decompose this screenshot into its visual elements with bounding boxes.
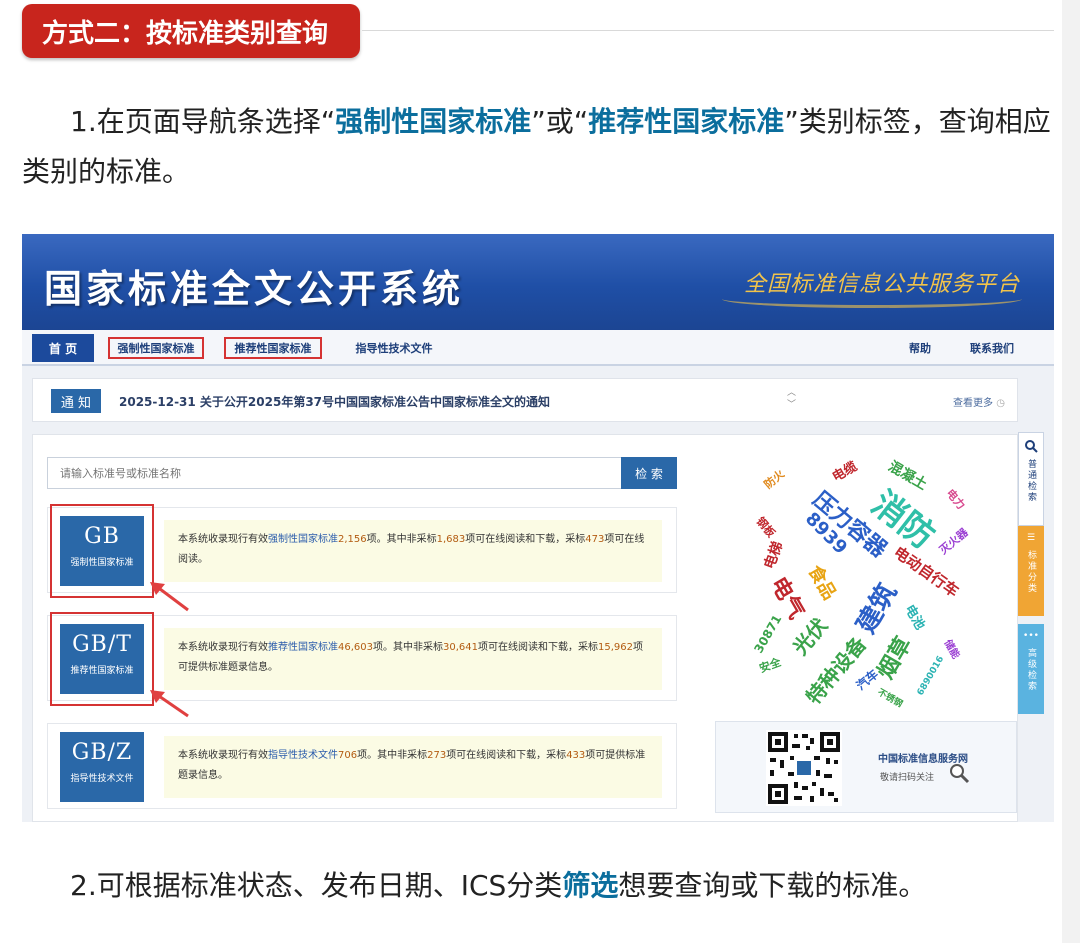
page-scroll-edge	[1062, 0, 1080, 943]
annotation-arrows	[150, 582, 189, 718]
para2-highlight: 筛选	[562, 869, 619, 902]
para1-mid: ”或“	[531, 105, 589, 138]
para1-highlight-recommended: 推荐性国家标准	[588, 105, 785, 138]
instruction-paragraph-1: 1.在页面导航条选择“强制性国家标准”或“推荐性国家标准”类别标签，查询相应类别…	[22, 97, 1062, 197]
section-title-badge: 方式二：按标准类别查询	[22, 4, 360, 58]
website-screenshot: 国家标准全文公开系统 全国标准信息公共服务平台 首 页 强制性国家标准 推荐性国…	[22, 234, 1054, 822]
instruction-paragraph-2: 2.可根据标准状态、发布日期、ICS分类筛选想要查询或下载的标准。	[70, 861, 1080, 911]
para2-post: 想要查询或下载的标准。	[618, 869, 927, 902]
para1-pre: 1.在页面导航条选择“	[70, 105, 336, 138]
divider	[362, 30, 1054, 31]
para2-pre: 2.可根据标准状态、发布日期、ICS分类	[70, 869, 563, 902]
red-arrow-icon	[150, 582, 189, 612]
para1-highlight-mandatory: 强制性国家标准	[335, 105, 532, 138]
red-arrow-icon	[150, 690, 189, 718]
